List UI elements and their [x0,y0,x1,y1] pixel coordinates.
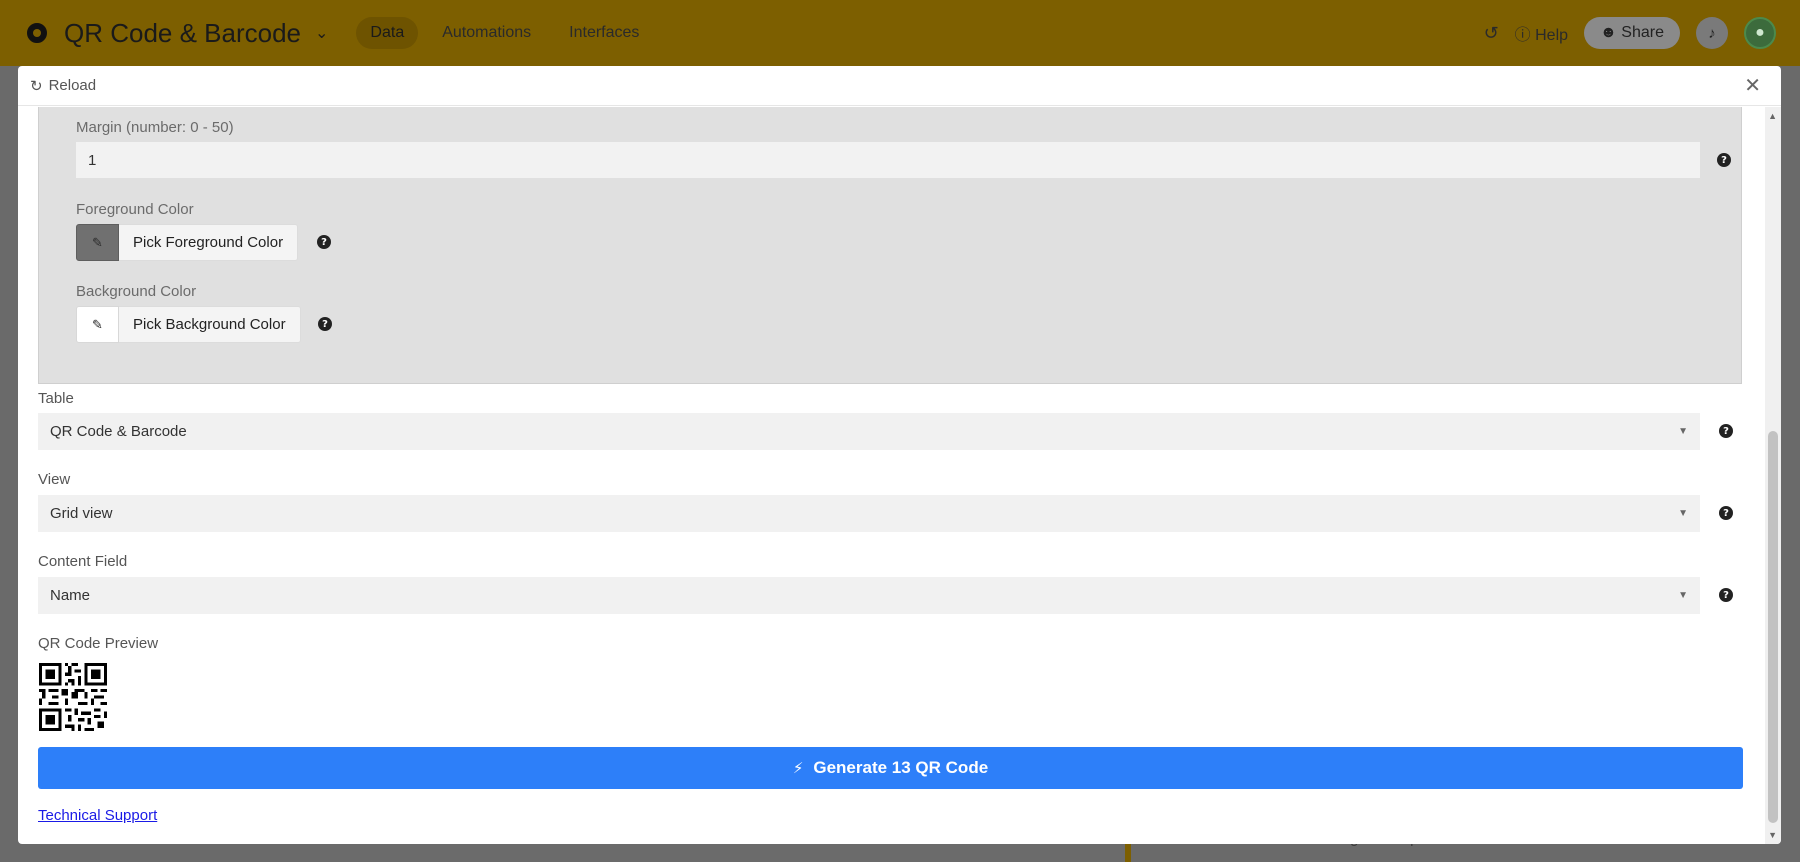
nav-interfaces[interactable]: Interfaces [555,17,653,49]
bolt-icon: ⚡ [792,760,804,777]
reload-icon[interactable]: ↻ [30,77,43,95]
modal-header: ↻ Reload ✕ [18,66,1781,106]
margin-label: Margin (number: 0 - 50) [76,119,234,136]
generate-qr-code-button[interactable]: ⚡ Generate 13 QR Code [38,747,1743,789]
question-icon[interactable]: ? [317,235,331,249]
background-color-label: Background Color [76,283,197,300]
top-nav: Data Automations Interfaces [356,17,653,49]
content-field-select-value: Name [50,587,91,604]
qr-code-preview [39,663,107,731]
help-button[interactable]: ⓘ Help [1515,21,1568,45]
chevron-down-icon[interactable]: ⌄ [315,23,328,43]
scroll-up-arrow-icon[interactable]: ▲ [1768,111,1777,121]
table-select[interactable]: QR Code & Barcode ▼ [38,413,1700,450]
table-select-value: QR Code & Barcode [50,423,187,440]
pick-background-color-button[interactable]: Pick Background Color [119,306,301,343]
question-icon[interactable]: ? [1719,506,1733,520]
modal-body: Margin (number: 0 - 50) ? Foreground Col… [18,107,1781,844]
caret-down-icon: ▼ [1678,426,1688,437]
content-field-select[interactable]: Name ▼ [38,577,1700,614]
bell-icon[interactable]: ♪ [1696,17,1728,49]
help-label: Help [1535,27,1569,44]
pencil-icon[interactable]: ✎ [76,224,119,261]
background-color-picker: ✎ Pick Background Color [76,306,301,343]
content-field-label: Content Field [38,553,128,570]
avatar[interactable]: ● [1744,17,1776,49]
table-label: Table [38,390,74,407]
question-icon[interactable]: ? [1717,153,1731,167]
topbar-actions: ↺ ⓘ Help ☻ Share ♪ ● [1484,17,1776,49]
question-icon[interactable]: ? [318,317,332,331]
scroll-down-arrow-icon[interactable]: ▼ [1768,830,1777,840]
view-label: View [38,471,71,488]
caret-down-icon: ▼ [1678,590,1688,601]
advanced-settings-panel: Margin (number: 0 - 50) ? Foreground Col… [38,107,1742,384]
modal-scrollbar[interactable]: ▲ ▼ [1765,107,1781,844]
scrollbar-thumb[interactable] [1768,431,1778,823]
pencil-icon[interactable]: ✎ [76,306,119,343]
nav-data[interactable]: Data [356,17,419,49]
base-title[interactable]: QR Code & Barcode [64,18,301,49]
foreground-color-label: Foreground Color [76,201,194,218]
caret-down-icon: ▼ [1678,508,1688,519]
generate-button-label: Generate 13 QR Code [813,758,989,777]
margin-input[interactable] [76,142,1700,178]
close-icon[interactable]: ✕ [1744,73,1761,98]
extension-modal: ↻ Reload ✕ Margin (number: 0 - 50) ? For… [18,66,1781,844]
foreground-color-picker: ✎ Pick Foreground Color [76,224,299,261]
question-icon[interactable]: ? [1719,588,1733,602]
app-topbar: QR Code & Barcode ⌄ Data Automations Int… [0,0,1800,66]
share-label: Share [1621,24,1664,41]
app-logo-icon[interactable] [24,20,50,46]
reload-button[interactable]: Reload [49,77,97,94]
history-icon[interactable]: ↺ [1484,23,1499,44]
technical-support-link[interactable]: Technical Support [38,807,157,824]
share-button[interactable]: ☻ Share [1584,17,1680,49]
pick-foreground-color-button[interactable]: Pick Foreground Color [119,224,299,261]
question-icon[interactable]: ? [1719,424,1733,438]
qr-preview-label: QR Code Preview [38,635,159,652]
view-select-value: Grid view [50,505,113,522]
nav-automations[interactable]: Automations [428,17,545,49]
view-select[interactable]: Grid view ▼ [38,495,1700,532]
